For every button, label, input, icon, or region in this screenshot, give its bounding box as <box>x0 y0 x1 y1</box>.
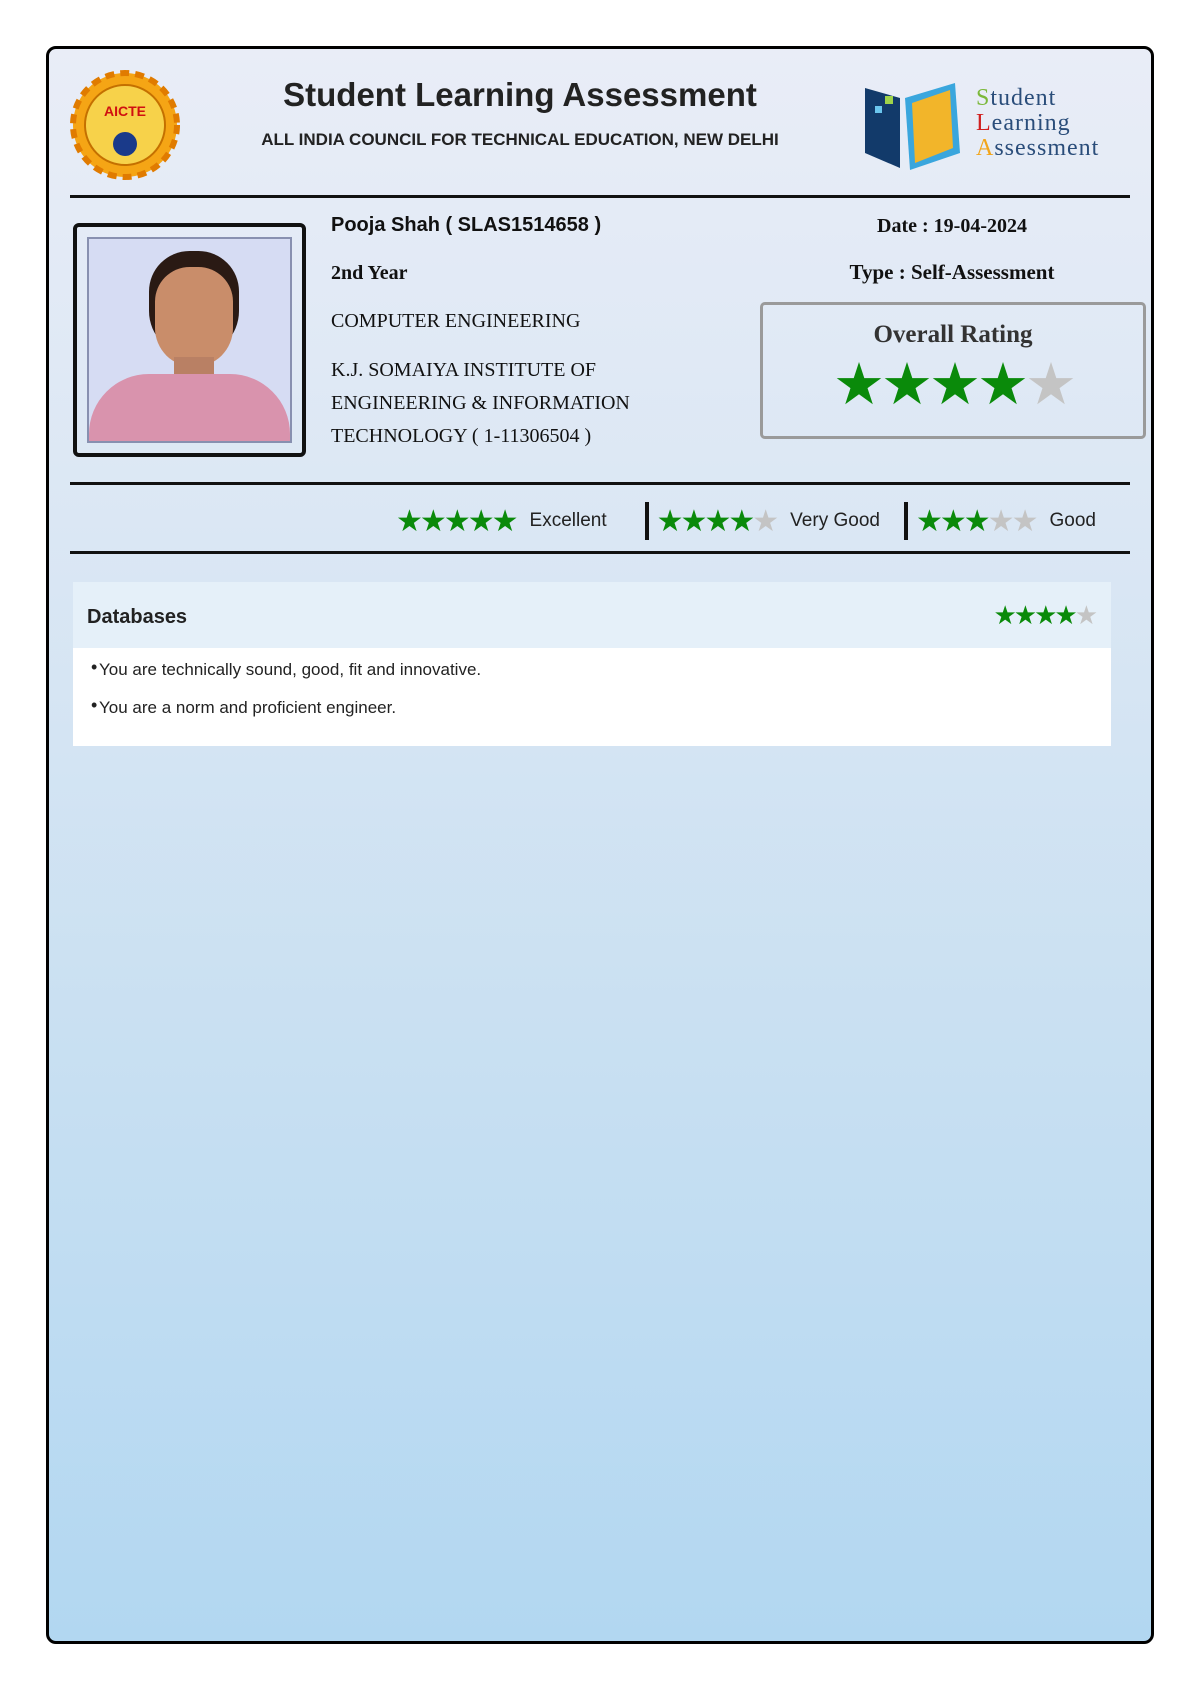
institute-line: TECHNOLOGY ( 1-11306504 ) <box>331 425 592 447</box>
institute-line: K.J. SOMAIYA INSTITUTE OF <box>331 359 597 381</box>
star-filled-icon: ★ <box>929 352 981 417</box>
star-filled-icon: ★ <box>680 504 708 538</box>
section-title: Databases <box>87 606 188 628</box>
rating-legend: ★★★★★ Excellent ★★★★★ Very Good ★★★★★ Go… <box>396 502 1096 540</box>
legend-stars: ★★★★★ <box>396 504 519 539</box>
star-empty-icon: ★ <box>987 504 1015 538</box>
star-filled-icon: ★ <box>993 600 1016 630</box>
star-filled-icon: ★ <box>833 352 885 417</box>
star-filled-icon: ★ <box>419 504 447 538</box>
student-year: 2nd Year <box>331 262 408 284</box>
legend-stars: ★★★★★ <box>915 504 1039 539</box>
overall-rating-box: Overall Rating ★★★★★ <box>760 302 1146 439</box>
star-filled-icon: ★ <box>396 504 423 538</box>
divider <box>70 482 1130 485</box>
student-photo <box>73 223 306 457</box>
legend-stars: ★★★★★ <box>656 504 780 539</box>
section-card-databases: Databases ★★★★★ You are technically soun… <box>73 582 1111 746</box>
star-filled-icon: ★ <box>915 504 943 538</box>
svg-text:AICTE: AICTE <box>104 103 146 119</box>
section-point: You are a norm and proficient engineer. <box>91 695 396 718</box>
page-subtitle: ALL INDIA COUNCIL FOR TECHNICAL EDUCATIO… <box>261 130 779 149</box>
institute-line: ENGINEERING & INFORMATION <box>331 392 630 414</box>
sla-logo-line: Assessment <box>976 135 1100 161</box>
star-empty-icon: ★ <box>752 504 779 538</box>
star-filled-icon: ★ <box>704 504 731 538</box>
page-title: Student Learning Assessment <box>283 76 757 113</box>
overall-stars: ★★★★★ <box>763 355 1143 415</box>
legend-label: Good <box>1049 510 1096 531</box>
assessment-type: Type : Self-Assessment <box>849 260 1055 284</box>
sla-logo-line: Student <box>976 85 1057 111</box>
star-filled-icon: ★ <box>1054 600 1077 630</box>
star-empty-icon: ★ <box>1074 600 1098 630</box>
star-filled-icon: ★ <box>977 352 1029 417</box>
student-name: Pooja Shah ( SLAS1514658 ) <box>331 214 602 236</box>
star-filled-icon: ★ <box>491 504 519 538</box>
overall-rating-label: Overall Rating <box>873 321 1033 348</box>
student-branch: COMPUTER ENGINEERING <box>331 310 581 332</box>
sla-logo-line: Learning <box>976 110 1071 136</box>
star-filled-icon: ★ <box>467 504 495 538</box>
star-filled-icon: ★ <box>939 504 967 538</box>
sla-logo: Student Learning Assessment <box>860 78 1130 173</box>
assessment-date: Date : 19-04-2024 <box>877 215 1027 237</box>
star-filled-icon: ★ <box>1013 600 1037 630</box>
section-point: You are technically sound, good, fit and… <box>91 657 481 680</box>
section-stars: ★★★★★ <box>993 600 1098 631</box>
star-filled-icon: ★ <box>963 504 991 538</box>
star-filled-icon: ★ <box>1034 600 1057 630</box>
star-empty-icon: ★ <box>1011 504 1039 538</box>
legend-label: Excellent <box>529 510 607 531</box>
divider <box>70 195 1130 198</box>
legend-label: Very Good <box>790 510 880 531</box>
divider <box>70 551 1130 554</box>
star-empty-icon: ★ <box>1025 352 1077 417</box>
star-filled-icon: ★ <box>656 504 684 538</box>
legend-separator <box>903 502 908 540</box>
star-filled-icon: ★ <box>728 504 755 538</box>
legend-separator <box>644 502 649 540</box>
section-header: Databases ★★★★★ <box>73 582 1111 648</box>
star-filled-icon: ★ <box>443 504 471 538</box>
star-filled-icon: ★ <box>881 352 933 417</box>
